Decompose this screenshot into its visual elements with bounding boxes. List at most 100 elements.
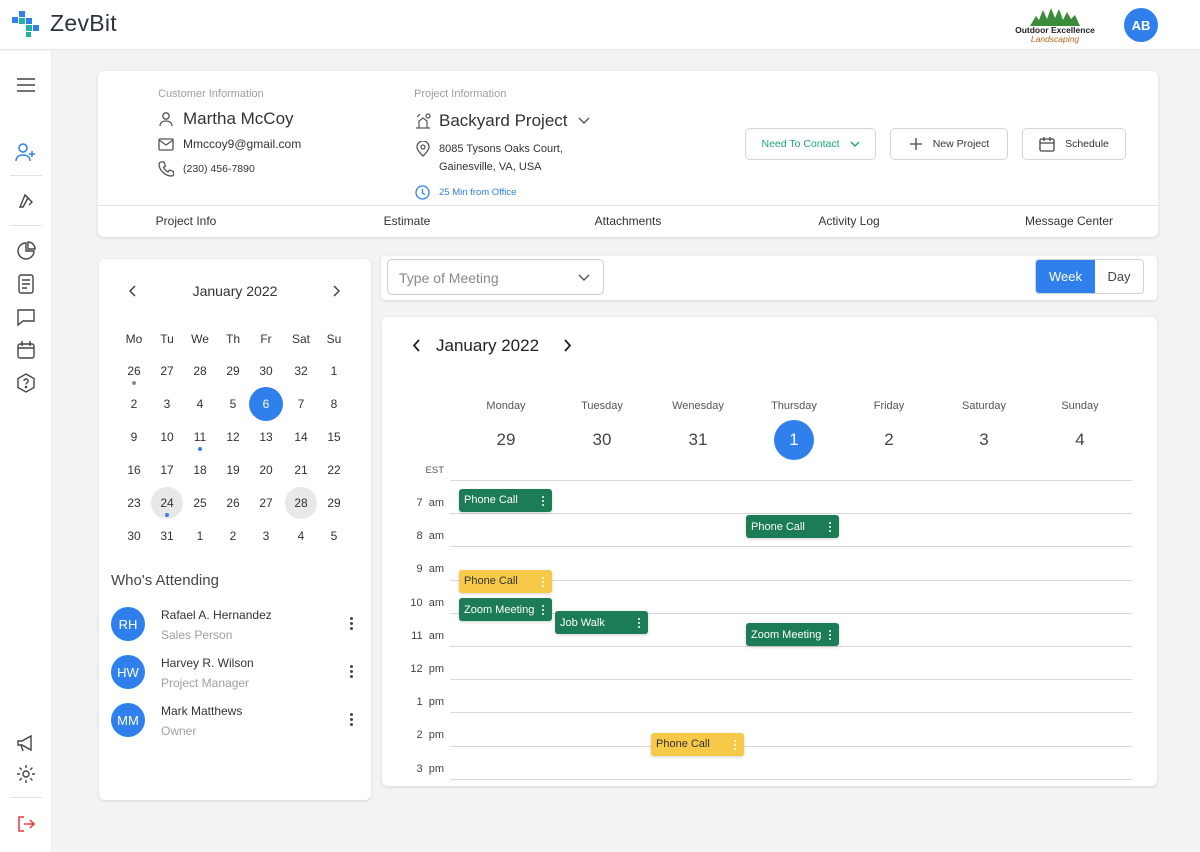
- calendar-day[interactable]: 32: [286, 356, 316, 386]
- event-more-icon[interactable]: [542, 494, 545, 508]
- hour-label: 9 am: [416, 563, 444, 576]
- menu-icon[interactable]: [14, 73, 38, 97]
- calendar-day[interactable]: 2: [218, 521, 248, 551]
- event-label: Phone Call: [464, 575, 518, 588]
- calendar-day[interactable]: 20: [251, 455, 281, 485]
- calendar-day[interactable]: 5: [319, 521, 349, 551]
- calendar-day[interactable]: 27: [251, 488, 281, 518]
- event-more-icon[interactable]: [829, 520, 832, 534]
- event-more-icon[interactable]: [829, 628, 832, 642]
- week-day-number[interactable]: 30: [562, 430, 642, 450]
- settings-gear-icon[interactable]: [14, 762, 38, 786]
- calendar-day[interactable]: 16: [119, 455, 149, 485]
- calendar-day[interactable]: 17: [152, 455, 182, 485]
- event-more-icon[interactable]: [542, 603, 545, 617]
- calendar-day[interactable]: 4: [185, 389, 215, 419]
- customer-email[interactable]: Mmccoy9@gmail.com: [183, 137, 301, 151]
- week-day-number[interactable]: 4: [1040, 430, 1120, 450]
- calendar-day[interactable]: 4: [286, 521, 316, 551]
- attendee-more-icon[interactable]: [347, 663, 355, 681]
- tab-project-info[interactable]: Project Info: [156, 214, 217, 228]
- week-day-number[interactable]: 29: [466, 430, 546, 450]
- event-more-icon[interactable]: [734, 738, 737, 752]
- prev-week-icon[interactable]: [413, 339, 421, 352]
- tools-icon[interactable]: [14, 189, 38, 213]
- week-calendar-card: January 2022 EST Monday 29 Tuesday 30 Wenesd…: [382, 317, 1157, 786]
- calendar-day[interactable]: 10: [152, 422, 182, 452]
- calendar-icon[interactable]: [14, 338, 38, 362]
- calendar-day[interactable]: 31: [152, 521, 182, 551]
- calendar-day[interactable]: 14: [286, 422, 316, 452]
- tab-attachments[interactable]: Attachments: [595, 214, 662, 228]
- calendar-day[interactable]: 28: [185, 356, 215, 386]
- calendar-day[interactable]: 29: [218, 356, 248, 386]
- calendar-event[interactable]: Phone Call: [459, 569, 552, 593]
- new-project-button[interactable]: New Project: [890, 128, 1008, 160]
- schedule-button[interactable]: Schedule: [1022, 128, 1126, 160]
- status-dropdown[interactable]: Need To Contact: [745, 128, 876, 160]
- today-day-number[interactable]: 1: [774, 420, 814, 460]
- calendar-day[interactable]: 30: [119, 521, 149, 551]
- tab-activity-log[interactable]: Activity Log: [818, 214, 879, 228]
- week-day-number[interactable]: 3: [944, 430, 1024, 450]
- calendar-day[interactable]: 22: [319, 455, 349, 485]
- calendar-event[interactable]: Zoom Meeting: [459, 598, 552, 622]
- calendar-day[interactable]: 30: [251, 356, 281, 386]
- calendar-day[interactable]: 12: [218, 422, 248, 452]
- calendar-event[interactable]: Job Walk: [555, 611, 648, 635]
- hour-gridline: [450, 778, 1132, 780]
- week-view-button[interactable]: Week: [1036, 260, 1095, 293]
- add-customer-icon[interactable]: [14, 140, 38, 164]
- next-week-icon[interactable]: [563, 339, 571, 352]
- calendar-day[interactable]: 13: [251, 422, 281, 452]
- calendar-day[interactable]: 23: [119, 488, 149, 518]
- week-day-number[interactable]: 2: [849, 430, 929, 450]
- calendar-day[interactable]: 21: [286, 455, 316, 485]
- calendar-day[interactable]: 1: [185, 521, 215, 551]
- calendar-day[interactable]: 26: [218, 488, 248, 518]
- event-more-icon[interactable]: [542, 575, 545, 589]
- calendar-day[interactable]: 28: [285, 487, 317, 519]
- calendar-day[interactable]: 27: [152, 356, 182, 386]
- tab-estimate[interactable]: Estimate: [384, 214, 431, 228]
- calendar-day[interactable]: 18: [185, 455, 215, 485]
- day-view-button[interactable]: Day: [1095, 260, 1143, 293]
- calendar-day[interactable]: 3: [152, 389, 182, 419]
- week-day-number[interactable]: 31: [658, 430, 738, 450]
- customer-phone[interactable]: (230) 456-7890: [183, 163, 255, 175]
- meeting-type-select[interactable]: Type of Meeting: [387, 259, 604, 295]
- calendar-day[interactable]: 2: [119, 389, 149, 419]
- calendar-day[interactable]: 1: [319, 356, 349, 386]
- calendar-day[interactable]: 15: [319, 422, 349, 452]
- attendee-more-icon[interactable]: [347, 711, 355, 729]
- calendar-day[interactable]: 19: [218, 455, 248, 485]
- tab-message-center[interactable]: Message Center: [1025, 214, 1113, 228]
- calendar-day[interactable]: 9: [119, 422, 149, 452]
- event-label: Phone Call: [464, 494, 518, 507]
- event-more-icon[interactable]: [638, 616, 641, 630]
- attendee-more-icon[interactable]: [347, 615, 355, 633]
- announcements-icon[interactable]: [14, 731, 38, 755]
- calendar-day[interactable]: 25: [185, 488, 215, 518]
- hour-gridline: [450, 513, 1132, 515]
- calendar-day[interactable]: 5: [218, 389, 248, 419]
- selected-calendar-day[interactable]: 6: [249, 387, 283, 421]
- calendar-event[interactable]: Phone Call: [651, 732, 744, 756]
- help-icon[interactable]: [14, 371, 38, 395]
- app-logo[interactable]: ZevBit: [12, 10, 117, 37]
- calendar-day[interactable]: 3: [251, 521, 281, 551]
- user-avatar[interactable]: AB: [1124, 8, 1158, 42]
- calendar-day[interactable]: 8: [319, 389, 349, 419]
- calendar-event[interactable]: Phone Call: [746, 515, 839, 539]
- calendar-day[interactable]: 7: [286, 389, 316, 419]
- calendar-event[interactable]: Phone Call: [459, 488, 552, 512]
- next-month-icon[interactable]: [332, 285, 340, 297]
- calendar-event[interactable]: Zoom Meeting: [746, 623, 839, 647]
- documents-icon[interactable]: [14, 272, 38, 296]
- logout-icon[interactable]: [14, 812, 38, 836]
- calendar-day[interactable]: 29: [319, 488, 349, 518]
- phone-icon: [158, 161, 174, 177]
- project-name-row[interactable]: Backyard Project: [414, 111, 590, 131]
- messages-icon[interactable]: [14, 305, 38, 329]
- reports-pie-icon[interactable]: [14, 239, 38, 263]
